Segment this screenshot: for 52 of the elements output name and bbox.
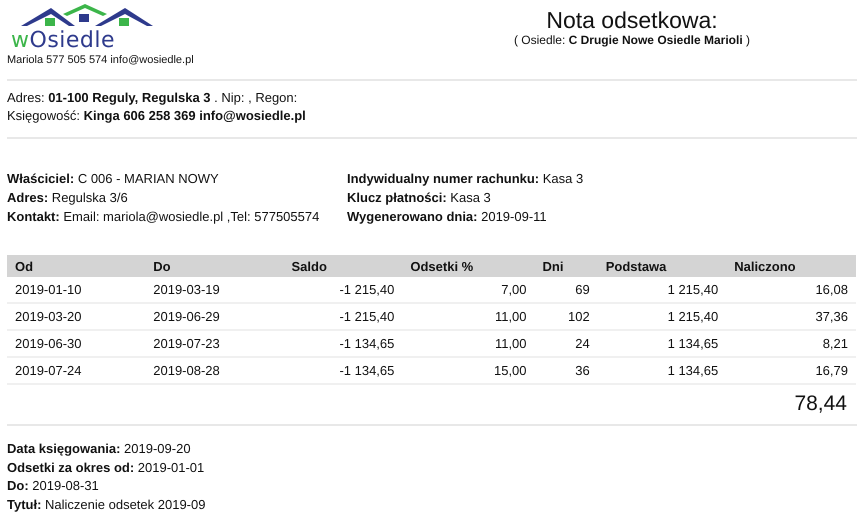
table-cell: -1 215,40 (284, 303, 402, 330)
document-title: Nota odsetkowa: (546, 7, 718, 33)
table-cell: 36 (534, 357, 598, 384)
column-header: Naliczono (726, 255, 856, 277)
table-cell: 2019-07-24 (7, 357, 146, 384)
account-info-line: Klucz płatności: Kasa 3 (347, 189, 492, 207)
owner-info-line: Adres: Regulska 3/6 (7, 189, 129, 207)
table-cell: 1 134,65 (598, 357, 726, 384)
column-header: Odsetki % (402, 255, 535, 277)
table-cell: 16,79 (726, 357, 856, 384)
footer-info-line: Data księgowania: 2019-09-20 (7, 440, 192, 458)
table-cell: -1 215,40 (284, 277, 402, 303)
table-cell: 8,21 (726, 330, 856, 357)
column-header: Podstawa (598, 255, 726, 277)
table-cell: 2019-08-28 (145, 357, 284, 384)
table-cell: 2019-06-30 (7, 330, 146, 357)
account-info-line: Indywidualny numer rachunku: Kasa 3 (347, 170, 584, 188)
table-cell: 2019-03-20 (7, 303, 146, 330)
table-cell: 7,00 (402, 277, 535, 303)
owner-info-line: Kontakt: Email: mariola@wosiedle.pl ,Tel: 577505574 (7, 208, 320, 226)
table-cell: 16,08 (726, 277, 856, 303)
table-cell: 2019-06-29 (145, 303, 284, 330)
table-cell: -1 134,65 (284, 330, 402, 357)
table-cell: 2019-07-23 (145, 330, 284, 357)
total-amount: 78,44 (794, 392, 847, 416)
footer-info-line: Odsetki za okres od: 2019-01-01 (7, 458, 206, 476)
account-info-line: Wygenerowano dnia: 2019-09-11 (347, 208, 548, 226)
contact-text: Mariola 577 505 574 info@wosiedle.pl (7, 54, 194, 66)
company-info-line: Adres: 01-100 Reguly, Regulska 3 . Nip: , Regon: (7, 89, 298, 107)
table-cell: 69 (534, 277, 598, 303)
table-cell: 1 215,40 (598, 303, 726, 330)
table-cell: 11,00 (402, 303, 535, 330)
column-header: Od (7, 255, 146, 277)
table-cell: 15,00 (402, 357, 535, 384)
table-cell: 1 215,40 (598, 277, 726, 303)
footer-info-line: Do: 2019-08-31 (7, 477, 100, 495)
table-cell: 2019-03-19 (145, 277, 284, 303)
footer-info-line: Tytuł: Naliczenie odsetek 2019-09 (7, 496, 206, 514)
estate-subtitle: ( Osiedle: C Drugie Nowe Osiedle Marioli ) (514, 33, 750, 47)
table-cell: -1 134,65 (284, 357, 402, 384)
table-cell: 2019-01-10 (7, 277, 146, 303)
column-header: Do (145, 255, 284, 277)
table-cell: 37,36 (726, 303, 856, 330)
column-header: Saldo (284, 255, 402, 277)
table-cell: 1 134,65 (598, 330, 726, 357)
logo-text: wOsiedle (11, 30, 116, 52)
table-cell: 11,00 (402, 330, 535, 357)
column-header: Dni (534, 255, 598, 277)
table-cell: 102 (534, 303, 598, 330)
owner-info-line: Właściciel: C 006 - MARIAN NOWY (7, 170, 220, 188)
table-cell: 24 (534, 330, 598, 357)
company-info-line: Księgowość: Kinga 606 258 369 info@wosiedle.pl (7, 107, 307, 125)
